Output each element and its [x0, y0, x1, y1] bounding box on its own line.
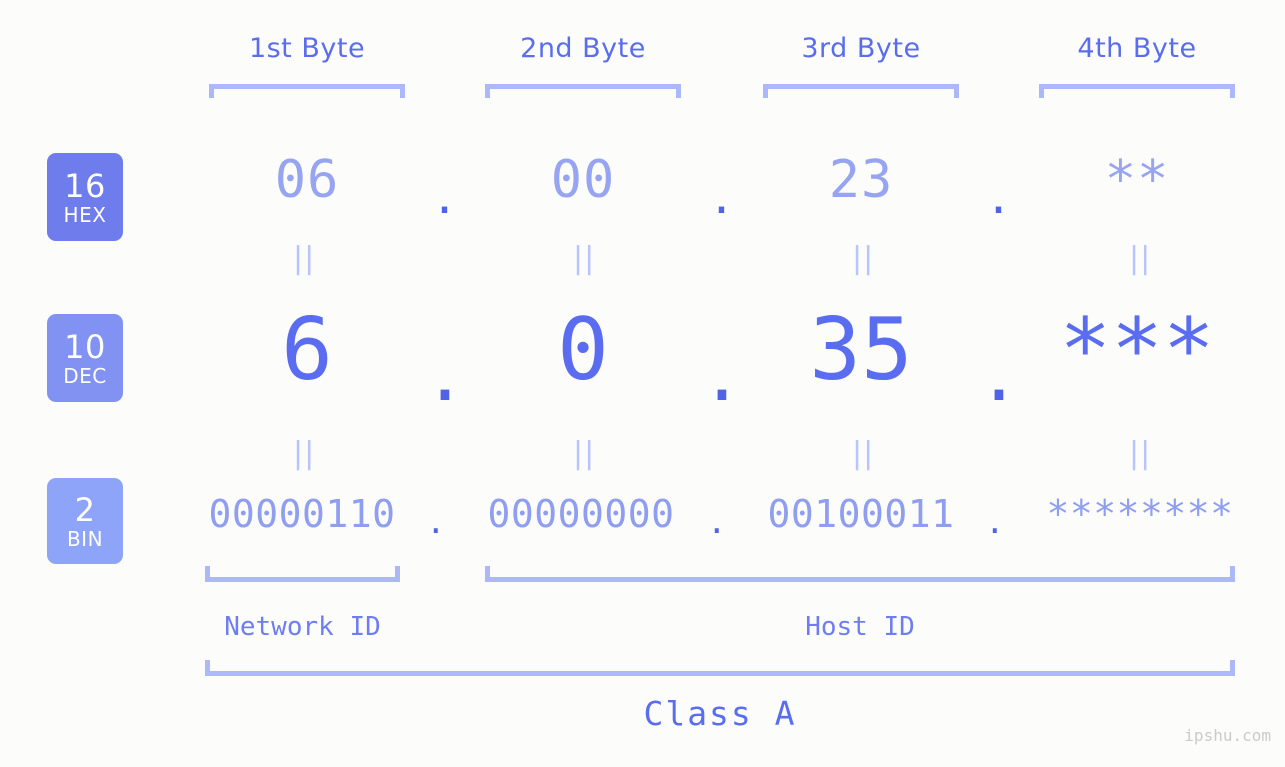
- byte-bracket-top-4: [1039, 84, 1235, 98]
- byte-header-1: 1st Byte: [248, 33, 366, 64]
- radix-badge-hex-number: 16: [64, 166, 106, 205]
- byte-header-4: 4th Byte: [1077, 33, 1197, 64]
- equality-mark-hex-dec-2: ||: [573, 241, 596, 276]
- bin-byte-1: 00000110: [208, 492, 396, 536]
- radix-badge-hex: 16 HEX: [47, 153, 123, 241]
- byte-bracket-top-3: [763, 84, 959, 98]
- radix-badge-bin-name: BIN: [66, 526, 104, 551]
- host-id-label: Host ID: [805, 612, 915, 642]
- bin-separator-1: .: [429, 498, 443, 542]
- equality-mark-dec-bin-1: ||: [293, 436, 316, 471]
- hex-byte-1: 06: [274, 150, 340, 210]
- radix-badge-dec-name: DEC: [63, 363, 107, 388]
- dec-separator-2: .: [708, 322, 736, 420]
- dec-byte-2: 0: [557, 300, 609, 400]
- dec-byte-3: 35: [809, 300, 913, 400]
- byte-header-3: 3rd Byte: [801, 33, 921, 64]
- equality-mark-hex-dec-4: ||: [1129, 241, 1152, 276]
- bin-separator-2: .: [710, 498, 724, 542]
- byte-header-2: 2nd Byte: [520, 33, 646, 64]
- hex-byte-3: 23: [828, 150, 894, 210]
- equality-mark-hex-dec-3: ||: [852, 241, 875, 276]
- network-id-bracket: [205, 566, 400, 582]
- equality-mark-dec-bin-4: ||: [1129, 436, 1152, 471]
- radix-badge-bin: 2 BIN: [47, 478, 123, 564]
- class-bracket: [205, 660, 1235, 676]
- radix-badge-dec: 10 DEC: [47, 314, 123, 402]
- class-label: Class A: [643, 694, 797, 733]
- host-id-bracket: [485, 566, 1235, 582]
- hex-byte-2: 00: [550, 150, 616, 210]
- dec-byte-4: ***: [1059, 300, 1215, 400]
- dec-byte-1: 6: [281, 300, 333, 400]
- radix-badge-dec-number: 10: [64, 327, 106, 366]
- hex-separator-2: .: [713, 166, 731, 226]
- dec-separator-1: .: [431, 322, 459, 420]
- radix-badge-bin-number: 2: [74, 490, 96, 529]
- byte-bracket-top-2: [485, 84, 681, 98]
- bin-byte-3: 00100011: [767, 492, 955, 536]
- byte-bracket-top-1: [209, 84, 405, 98]
- hex-byte-4: **: [1104, 150, 1170, 210]
- network-id-label: Network ID: [224, 612, 381, 642]
- equality-mark-dec-bin-2: ||: [573, 436, 596, 471]
- bin-separator-3: .: [988, 498, 1002, 542]
- hex-separator-1: .: [436, 166, 454, 226]
- bin-byte-2: 00000000: [487, 492, 675, 536]
- watermark: ipshu.com: [1184, 726, 1271, 745]
- dec-separator-3: .: [985, 322, 1013, 420]
- hex-separator-3: .: [990, 166, 1008, 226]
- bin-byte-4: ********: [1046, 492, 1234, 536]
- ip-breakdown-diagram: 1st Byte 2nd Byte 3rd Byte 4th Byte 16 H…: [0, 0, 1285, 767]
- radix-badge-hex-name: HEX: [63, 202, 107, 227]
- equality-mark-dec-bin-3: ||: [852, 436, 875, 471]
- equality-mark-hex-dec-1: ||: [293, 241, 316, 276]
